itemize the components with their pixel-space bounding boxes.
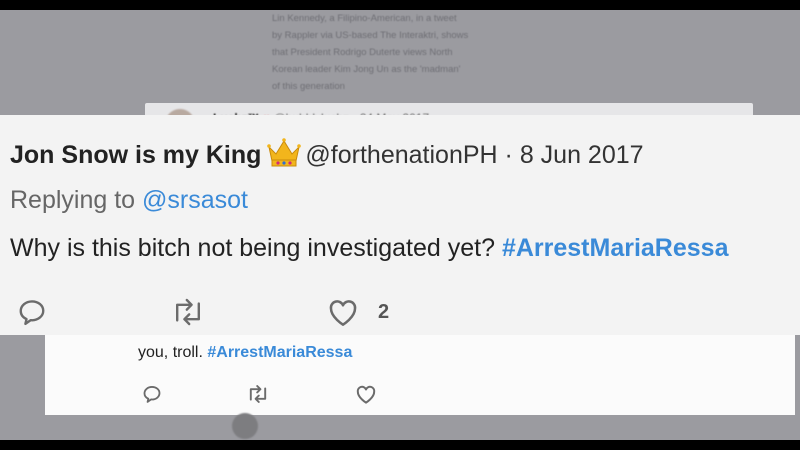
heart-icon bbox=[355, 384, 377, 404]
article-line: of this generation bbox=[272, 81, 345, 92]
author-handle[interactable]: @forthenationPH bbox=[305, 141, 497, 169]
tweet-header: Jon Snow is my King @forthenationPH · 8 … bbox=[10, 137, 644, 170]
article-line: that President Rodrigo Duterte views Nor… bbox=[272, 47, 453, 58]
screenshot-scene: Lin Kennedy, a Filipino-American, in a t… bbox=[0, 10, 800, 440]
heart-icon bbox=[327, 297, 359, 327]
reply-tweet-actions bbox=[45, 375, 795, 415]
crown-icon bbox=[267, 137, 302, 167]
tweet-text: Why is this bitch not being investigated… bbox=[10, 234, 495, 262]
article-line: by Rappler via US-based The Interaktri, … bbox=[272, 30, 469, 41]
display-name[interactable]: Jon Snow is my King bbox=[10, 141, 261, 169]
reply-button[interactable] bbox=[17, 297, 47, 327]
like-count: 2 bbox=[378, 301, 390, 323]
like-button[interactable] bbox=[355, 384, 377, 404]
background-tweet-bottom bbox=[232, 410, 532, 440]
tweet-body: Why is this bitch not being investigated… bbox=[10, 234, 728, 263]
reply-text: you, troll. bbox=[138, 344, 203, 361]
article-line: Lin Kennedy, a Filipino-American, in a t… bbox=[272, 13, 457, 24]
retweet-icon bbox=[246, 384, 270, 404]
background-article-text: Lin Kennedy, a Filipino-American, in a t… bbox=[272, 10, 572, 95]
replying-prefix: Replying to bbox=[10, 186, 136, 214]
tweet-actions: 2 bbox=[0, 292, 800, 332]
reply-icon bbox=[142, 384, 162, 404]
avatar bbox=[232, 413, 258, 439]
hashtag-link[interactable]: #ArrestMariaRessa bbox=[207, 344, 352, 361]
reply-button[interactable] bbox=[142, 384, 162, 404]
replying-to-handle[interactable]: @srsasot bbox=[142, 186, 248, 214]
reply-body: you, troll. #ArrestMariaRessa bbox=[138, 344, 352, 362]
main-tweet-card: Jon Snow is my King @forthenationPH · 8 … bbox=[0, 115, 800, 335]
retweet-icon bbox=[170, 297, 206, 327]
replying-to-line: Replying to @srsasot bbox=[10, 186, 248, 215]
reply-icon bbox=[17, 297, 47, 327]
separator: · bbox=[504, 141, 513, 169]
hashtag-link[interactable]: #ArrestMariaRessa bbox=[502, 234, 729, 262]
tweet-date[interactable]: 8 Jun 2017 bbox=[520, 141, 644, 169]
retweet-button[interactable] bbox=[246, 384, 270, 404]
article-line: Korean leader Kim Jong Un as the 'madman… bbox=[272, 64, 461, 75]
like-button[interactable] bbox=[327, 297, 359, 327]
retweet-button[interactable] bbox=[170, 297, 206, 327]
reply-tweet-card: you, troll. #ArrestMariaRessa bbox=[45, 335, 795, 415]
